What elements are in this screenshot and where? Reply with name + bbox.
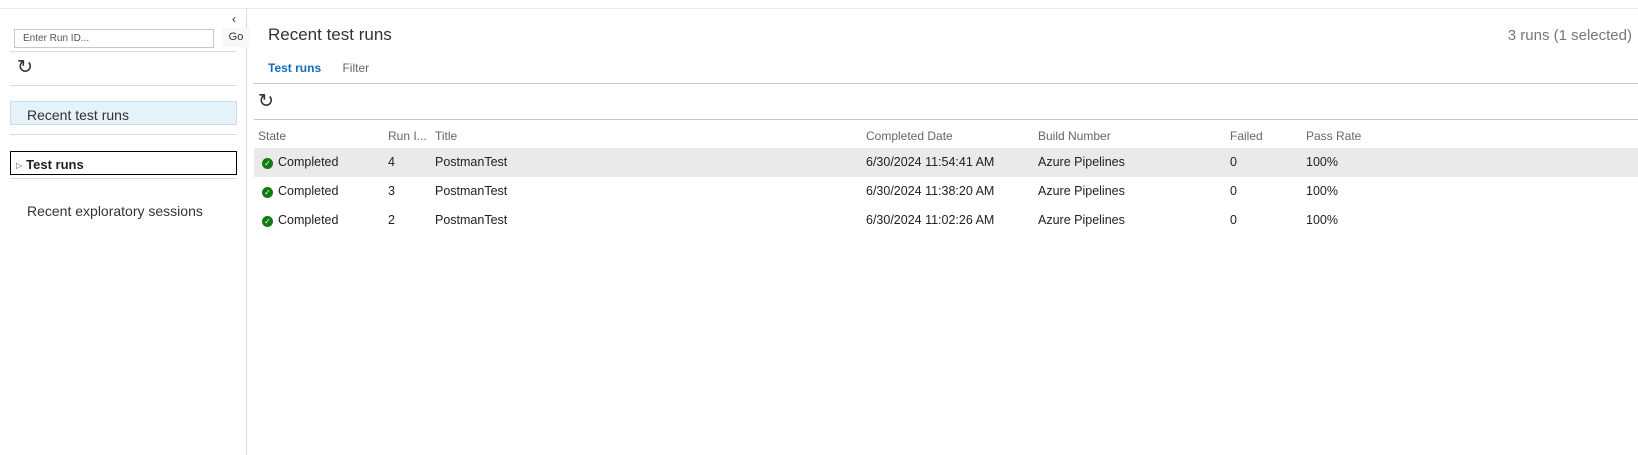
toolbar-divider xyxy=(254,119,1638,120)
success-check-icon: ✓ xyxy=(262,187,273,198)
table-row[interactable]: ✓ Completed 2 PostmanTest 6/30/2024 11:02… xyxy=(254,206,1638,235)
completed-date-cell: 6/30/2024 11:38:20 AM xyxy=(866,184,995,198)
tab-bar: Test runs Filter xyxy=(268,61,387,75)
title-cell: PostmanTest xyxy=(435,184,508,198)
chevron-left-icon[interactable]: ‹ xyxy=(232,12,236,26)
state-text: Completed xyxy=(278,184,339,198)
nav-recent-exploratory-sessions[interactable]: Recent exploratory sessions xyxy=(27,203,203,219)
success-check-icon: ✓ xyxy=(262,216,273,227)
run-id-cell: 2 xyxy=(388,213,395,227)
page-title: Recent test runs xyxy=(268,25,392,44)
build-number-cell: Azure Pipelines xyxy=(1038,184,1125,198)
completed-date-cell: 6/30/2024 11:02:26 AM xyxy=(866,213,995,227)
state-cell: ✓ Completed xyxy=(262,213,338,227)
divider xyxy=(10,134,237,135)
build-number-cell: Azure Pipelines xyxy=(1038,213,1125,227)
title-cell: PostmanTest xyxy=(435,155,508,169)
column-header-build-number[interactable]: Build Number xyxy=(1038,129,1111,143)
tabs-divider xyxy=(254,83,1638,84)
state-cell: ✓ Completed xyxy=(262,155,338,169)
tab-filter[interactable]: Filter xyxy=(342,61,369,75)
completed-date-cell: 6/30/2024 11:54:41 AM xyxy=(866,155,995,169)
pass-rate-cell: 100% xyxy=(1306,155,1338,169)
column-header-state[interactable]: State xyxy=(258,129,286,143)
divider xyxy=(10,51,237,52)
refresh-icon[interactable]: ↻ xyxy=(258,92,274,112)
divider xyxy=(10,178,237,179)
build-number-cell: Azure Pipelines xyxy=(1038,155,1125,169)
nav-recent-exploratory-sessions-label: Recent exploratory sessions xyxy=(27,203,203,219)
pass-rate-cell: 100% xyxy=(1306,213,1338,227)
nav-recent-test-runs-label: Recent test runs xyxy=(27,107,129,123)
nav-test-runs-label: Test runs xyxy=(26,157,84,172)
run-id-cell: 4 xyxy=(388,155,395,169)
main-pane: Recent test runs 3 runs (1 selected) Tes… xyxy=(248,9,1638,455)
failed-cell: 0 xyxy=(1230,184,1237,198)
title-cell: PostmanTest xyxy=(435,213,508,227)
run-id-search: Go xyxy=(14,28,250,48)
state-cell: ✓ Completed xyxy=(262,184,338,198)
run-count: 3 runs (1 selected) xyxy=(1507,27,1632,44)
failed-cell: 0 xyxy=(1230,155,1237,169)
tab-test-runs[interactable]: Test runs xyxy=(268,61,321,75)
failed-cell: 0 xyxy=(1230,213,1237,227)
state-text: Completed xyxy=(278,213,339,227)
pass-rate-cell: 100% xyxy=(1306,184,1338,198)
column-header-title[interactable]: Title xyxy=(435,129,457,143)
run-id-cell: 3 xyxy=(388,184,395,198)
table-row[interactable]: ✓ Completed 4 PostmanTest 6/30/2024 11:54… xyxy=(254,148,1638,177)
grid-header: State Run I... Title Completed Date Buil… xyxy=(254,129,1638,145)
success-check-icon: ✓ xyxy=(262,158,273,169)
table-row[interactable]: ✓ Completed 3 PostmanTest 6/30/2024 11:38… xyxy=(254,177,1638,206)
divider xyxy=(10,85,237,86)
column-header-failed[interactable]: Failed xyxy=(1230,129,1263,143)
column-header-pass-rate[interactable]: Pass Rate xyxy=(1306,129,1361,143)
go-button[interactable]: Go xyxy=(222,28,250,47)
run-id-input[interactable] xyxy=(14,29,214,48)
state-text: Completed xyxy=(278,155,339,169)
nav-recent-test-runs[interactable]: Recent test runs xyxy=(10,101,237,125)
refresh-icon[interactable]: ↻ xyxy=(17,58,33,78)
expand-triangle-icon[interactable]: ▷ xyxy=(16,159,22,173)
column-header-run-id[interactable]: Run I... xyxy=(388,129,427,143)
nav-test-runs[interactable]: ▷ Test runs xyxy=(10,151,237,175)
left-pane: ‹ Go ↻ Recent test runs ▷ Test runs Recen… xyxy=(0,9,250,455)
column-header-completed-date[interactable]: Completed Date xyxy=(866,129,953,143)
